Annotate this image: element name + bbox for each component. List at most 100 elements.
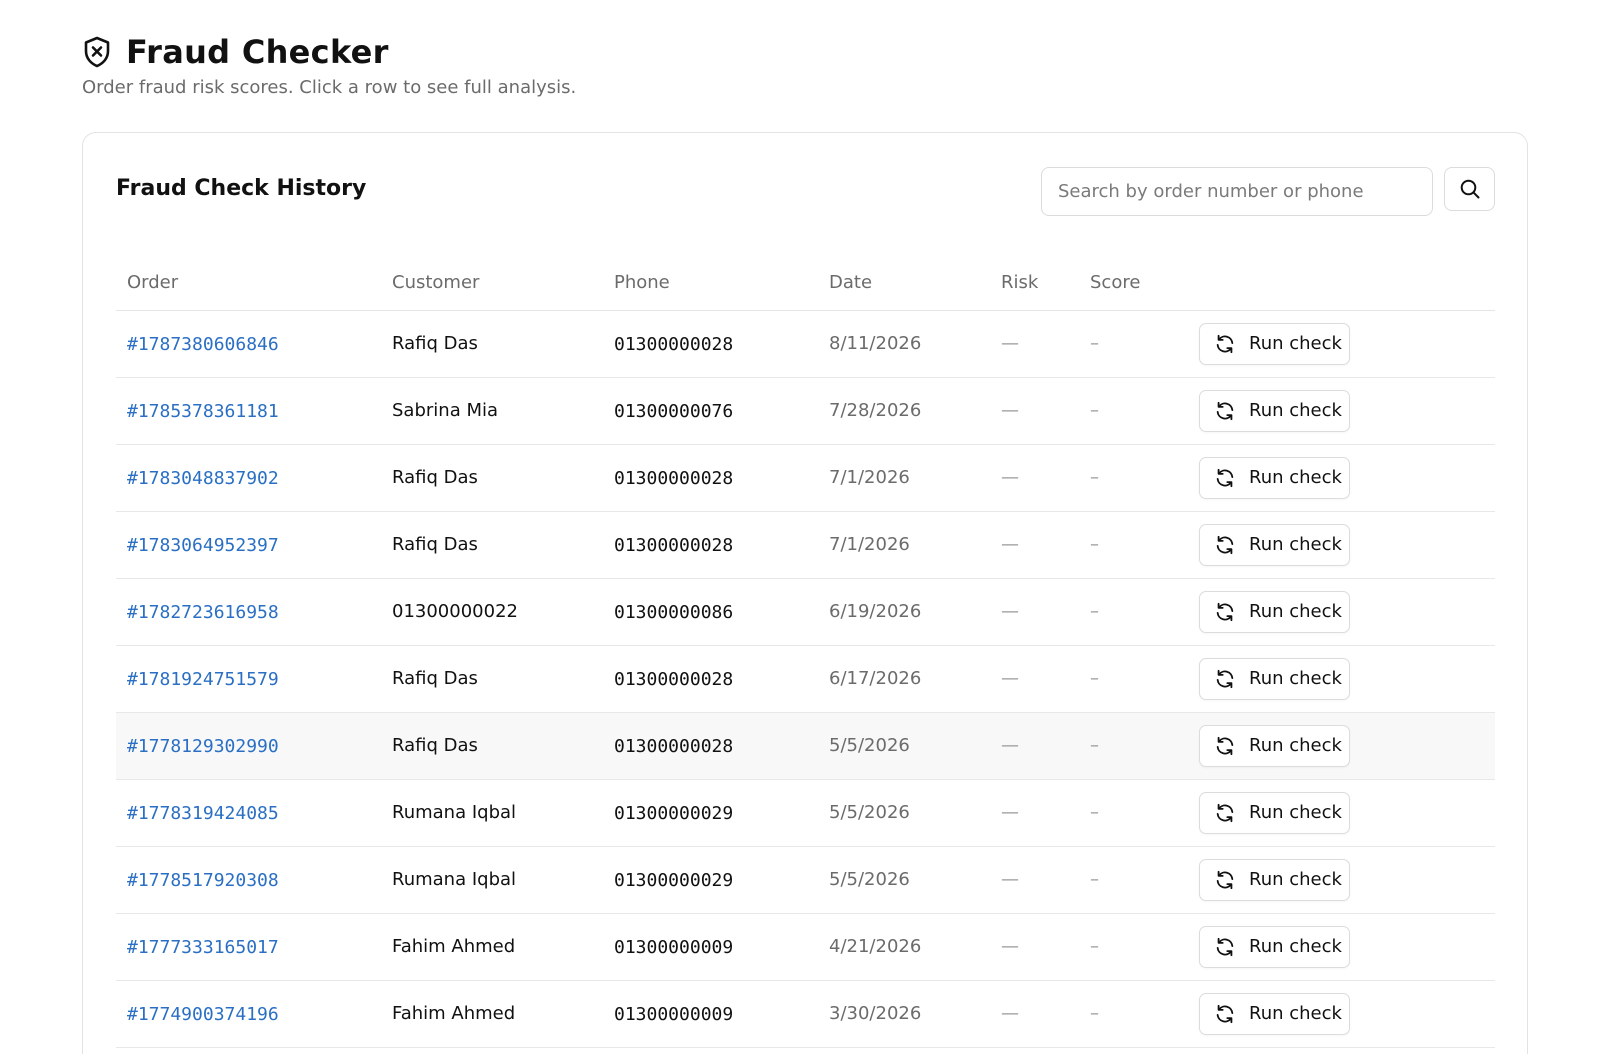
table-row[interactable]: #1778517920308 Rumana Iqbal 01300000029 5/5… (116, 847, 1495, 914)
page-title: Fraud Checker (126, 33, 389, 71)
date-cell: 7/28/2026 (829, 400, 922, 421)
run-check-button[interactable]: Run check (1199, 926, 1350, 968)
title-row: Fraud Checker (82, 32, 576, 72)
date-cell: 3/30/2026 (829, 1003, 922, 1024)
run-check-button[interactable]: Run check (1199, 725, 1350, 767)
order-link[interactable]: #1781924751579 (127, 668, 279, 692)
order-link[interactable]: #1778517920308 (127, 869, 279, 893)
order-link[interactable]: #1783048837902 (127, 467, 279, 491)
phone-cell: 01300000029 (614, 870, 734, 891)
refresh-icon (1214, 735, 1236, 757)
customer-cell: Fahim Ahmed (392, 1003, 516, 1024)
table-row[interactable]: #1778319424085 Rumana Iqbal 01300000029 5/5… (116, 780, 1495, 847)
run-check-button[interactable]: Run check (1199, 658, 1350, 700)
order-link[interactable]: #1782723616958 (127, 601, 279, 625)
order-link[interactable]: #1783064952397 (127, 534, 279, 558)
table-row[interactable]: #1782723616958 01300000022 01300000086 6/19… (116, 579, 1495, 646)
customer-cell: Rafiq Das (392, 467, 478, 488)
run-check-label: Run check (1249, 400, 1342, 421)
score-cell: – (1090, 936, 1099, 957)
table-row[interactable]: #1777333165017 Fahim Ahmed 01300000009 4/21… (116, 914, 1495, 981)
refresh-icon (1214, 601, 1236, 623)
score-cell: – (1090, 735, 1099, 756)
table-body: #1787380606846 Rafiq Das 01300000028 8/11/2… (116, 311, 1495, 1048)
run-check-button[interactable]: Run check (1199, 390, 1350, 432)
run-check-label: Run check (1249, 869, 1342, 890)
fraud-history-table: Order Customer Phone Date Risk Score #17… (116, 255, 1495, 1048)
page-subtitle: Order fraud risk scores. Click a row to … (82, 77, 577, 98)
run-check-button[interactable]: Run check (1199, 993, 1350, 1035)
table-row[interactable]: #1781924751579 Rafiq Das 01300000028 6/17/2… (116, 646, 1495, 713)
risk-cell: — (1001, 668, 1019, 689)
table-row[interactable]: #1778129302990 Rafiq Das 01300000028 5/5/20… (116, 713, 1495, 780)
table-row[interactable]: #1783064952397 Rafiq Das 01300000028 7/1/20… (116, 512, 1495, 579)
phone-cell: 01300000028 (614, 468, 734, 489)
risk-cell: — (1001, 601, 1019, 622)
search-button[interactable] (1444, 167, 1495, 211)
table-row[interactable]: #1785378361181 Sabrina Mia 01300000076 7/28… (116, 378, 1495, 445)
table-row[interactable]: #1774900374196 Fahim Ahmed 01300000009 3/30… (116, 981, 1495, 1048)
run-check-button[interactable]: Run check (1199, 323, 1350, 365)
card-title: Fraud Check History (116, 176, 367, 201)
fraud-checker-page: Fraud Checker Order fraud risk scores. C… (0, 0, 1600, 1054)
date-cell: 6/17/2026 (829, 668, 922, 689)
phone-cell: 01300000028 (614, 535, 734, 556)
run-check-button[interactable]: Run check (1199, 792, 1350, 834)
order-link[interactable]: #1787380606846 (127, 333, 279, 357)
date-cell: 7/1/2026 (829, 534, 910, 555)
phone-cell: 01300000028 (614, 736, 734, 757)
table-header: Order Customer Phone Date Risk Score (116, 255, 1495, 311)
run-check-label: Run check (1249, 802, 1342, 823)
order-link[interactable]: #1774900374196 (127, 1003, 279, 1027)
customer-cell: Rumana Iqbal (392, 802, 517, 823)
column-header-risk: Risk (1001, 272, 1039, 293)
customer-cell: 01300000022 (392, 601, 518, 622)
risk-cell: — (1001, 936, 1019, 957)
order-link[interactable]: #1778319424085 (127, 802, 279, 826)
phone-cell: 01300000028 (614, 669, 734, 690)
run-check-label: Run check (1249, 1003, 1342, 1024)
risk-cell: — (1001, 333, 1019, 354)
column-header-phone: Phone (614, 272, 670, 293)
score-cell: – (1090, 333, 1099, 354)
score-cell: – (1090, 869, 1099, 890)
run-check-label: Run check (1249, 936, 1342, 957)
run-check-button[interactable]: Run check (1199, 524, 1350, 566)
run-check-button[interactable]: Run check (1199, 591, 1350, 633)
run-check-button[interactable]: Run check (1199, 859, 1350, 901)
phone-cell: 01300000029 (614, 803, 734, 824)
customer-cell: Fahim Ahmed (392, 936, 516, 957)
refresh-icon (1214, 467, 1236, 489)
refresh-icon (1214, 802, 1236, 824)
table-row[interactable]: #1787380606846 Rafiq Das 01300000028 8/11/2… (116, 311, 1495, 378)
phone-cell: 01300000086 (614, 602, 734, 623)
run-check-label: Run check (1249, 601, 1342, 622)
score-cell: – (1090, 467, 1099, 488)
fraud-history-card: Fraud Check History Order Customer Phone… (82, 132, 1528, 1054)
date-cell: 7/1/2026 (829, 467, 910, 488)
customer-cell: Rumana Iqbal (392, 869, 517, 890)
refresh-icon (1214, 668, 1236, 690)
search-input[interactable] (1041, 167, 1433, 216)
order-link[interactable]: #1777333165017 (127, 936, 279, 960)
customer-cell: Rafiq Das (392, 333, 478, 354)
date-cell: 5/5/2026 (829, 869, 910, 890)
phone-cell: 01300000076 (614, 401, 734, 422)
refresh-icon (1214, 400, 1236, 422)
risk-cell: — (1001, 1003, 1019, 1024)
risk-cell: — (1001, 400, 1019, 421)
column-header-order: Order (127, 272, 179, 293)
refresh-icon (1214, 936, 1236, 958)
score-cell: – (1090, 400, 1099, 421)
date-cell: 8/11/2026 (829, 333, 922, 354)
customer-cell: Rafiq Das (392, 668, 478, 689)
score-cell: – (1090, 668, 1099, 689)
date-cell: 5/5/2026 (829, 735, 910, 756)
column-header-score: Score (1090, 272, 1141, 293)
shield-x-icon (82, 35, 112, 69)
order-link[interactable]: #1785378361181 (127, 400, 279, 424)
order-link[interactable]: #1778129302990 (127, 735, 279, 759)
column-header-date: Date (829, 272, 873, 293)
run-check-button[interactable]: Run check (1199, 457, 1350, 499)
table-row[interactable]: #1783048837902 Rafiq Das 01300000028 7/1/20… (116, 445, 1495, 512)
